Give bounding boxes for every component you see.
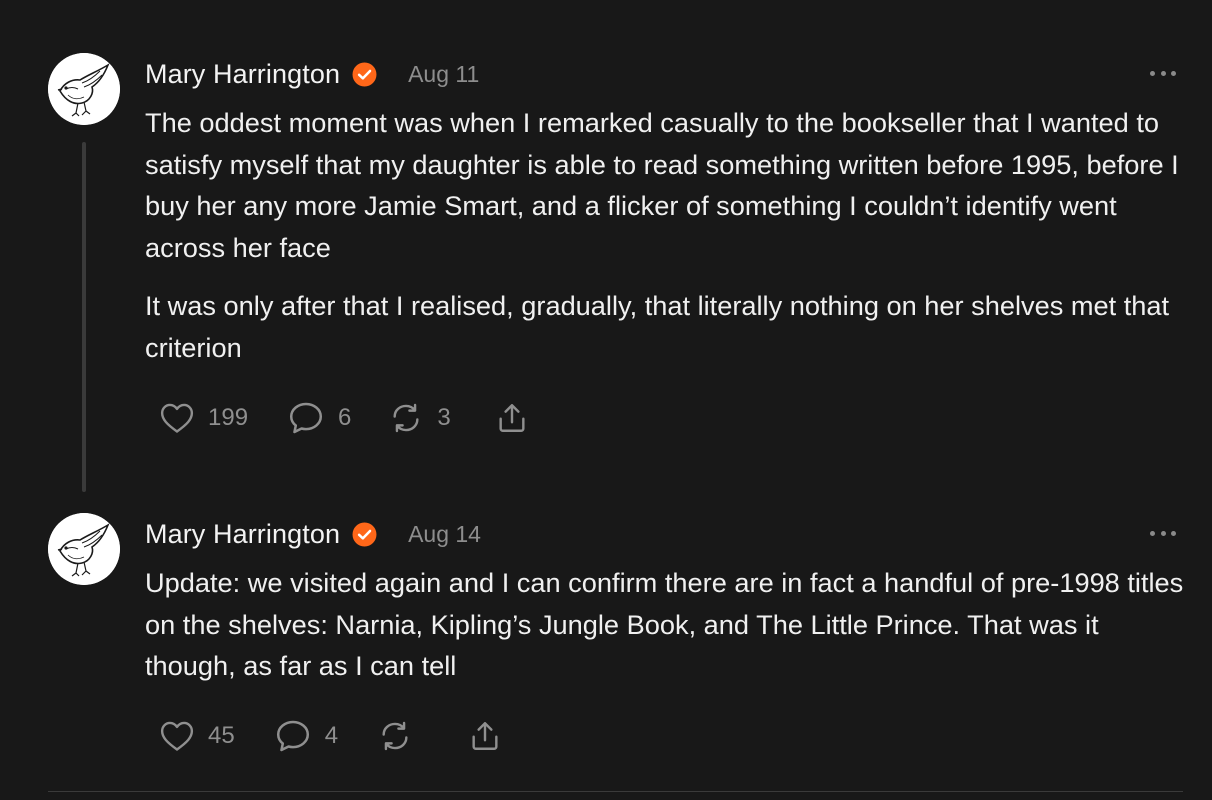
- bird-sketch-icon: [48, 513, 120, 585]
- more-options-button[interactable]: [1150, 68, 1176, 78]
- author-name[interactable]: Mary Harrington: [145, 59, 340, 90]
- note-header: Mary Harrington Aug 11: [145, 57, 479, 91]
- share-upload-icon: [472, 722, 498, 750]
- more-dots-icon: [1150, 530, 1155, 536]
- more-dot: [1171, 530, 1176, 536]
- comment-bubble-icon: [290, 402, 323, 434]
- share-button[interactable]: [495, 401, 529, 435]
- post-date[interactable]: Aug 11: [408, 61, 479, 88]
- comment-button[interactable]: 6: [288, 401, 351, 435]
- note-body: The oddest moment was when I remarked ca…: [145, 102, 1185, 385]
- heart-icon: [160, 403, 194, 433]
- more-options-button[interactable]: [1150, 528, 1176, 538]
- like-count: 45: [208, 722, 235, 749]
- like-count: 199: [208, 404, 249, 431]
- note-header: Mary Harrington Aug 14: [145, 517, 481, 551]
- action-bar: 199 6 3: [160, 398, 529, 438]
- bird-sketch-icon: [48, 53, 120, 125]
- avatar[interactable]: [48, 53, 120, 125]
- thread-line: [82, 142, 86, 492]
- note-paragraph: It was only after that I realised, gradu…: [145, 290, 1170, 363]
- restack-button[interactable]: [378, 719, 412, 753]
- more-dot: [1160, 530, 1166, 536]
- restack-arrows-icon: [382, 721, 408, 751]
- author-name[interactable]: Mary Harrington: [145, 519, 340, 550]
- restack-arrows-icon: [393, 403, 419, 433]
- verified-badge-icon: [352, 522, 377, 547]
- more-dot: [1171, 70, 1176, 76]
- action-bar: 45 4: [160, 716, 502, 756]
- restack-count: 3: [437, 404, 451, 431]
- heart-icon: [160, 721, 194, 751]
- post-date[interactable]: Aug 14: [408, 521, 481, 548]
- like-button[interactable]: 45: [160, 720, 235, 752]
- restack-button[interactable]: 3: [389, 401, 451, 435]
- share-upload-icon: [499, 404, 525, 432]
- comment-button[interactable]: 4: [275, 719, 338, 753]
- more-dot: [1160, 70, 1166, 76]
- verified-badge-icon: [352, 62, 377, 87]
- avatar[interactable]: [48, 513, 120, 585]
- comment-bubble-icon: [276, 720, 309, 752]
- notes-feed: Mary Harrington Aug 11 The oddest moment…: [0, 0, 1212, 800]
- note-body: Update: we visited again and I can confi…: [145, 562, 1185, 704]
- like-button[interactable]: 199: [160, 402, 248, 434]
- share-button[interactable]: [468, 719, 502, 753]
- more-dots-icon: [1150, 70, 1155, 76]
- comment-count: 6: [338, 404, 352, 431]
- comment-count: 4: [324, 722, 339, 749]
- note-paragraph: Update: we visited again and I can confi…: [145, 567, 1184, 681]
- divider: [48, 791, 1183, 792]
- note-paragraph: The oddest moment was when I remarked ca…: [145, 107, 1179, 263]
